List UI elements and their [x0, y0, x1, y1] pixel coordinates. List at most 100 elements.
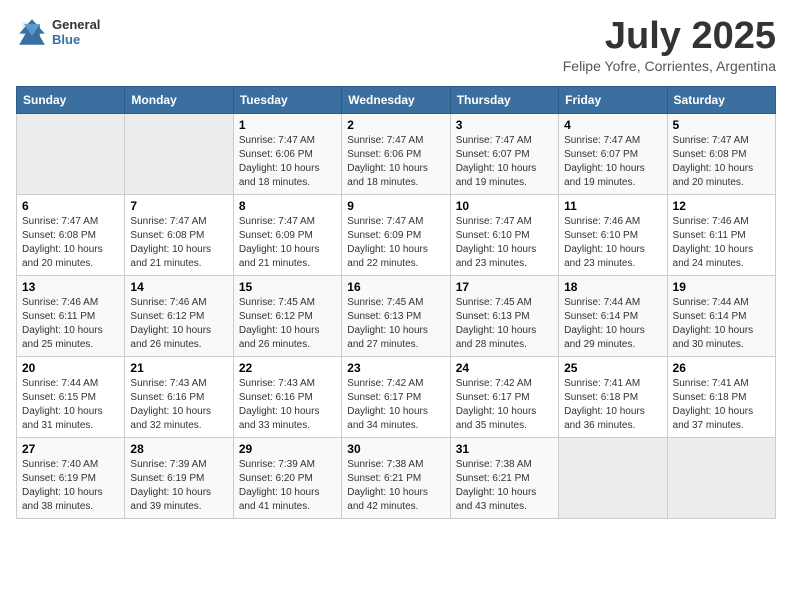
daylight: Daylight: 10 hours and 23 minutes.: [564, 244, 645, 269]
sunset: Sunset: 6:10 PM: [564, 230, 638, 241]
day-number: 4: [564, 118, 661, 132]
daylight: Daylight: 10 hours and 35 minutes.: [456, 406, 537, 431]
daylight: Daylight: 10 hours and 30 minutes.: [673, 325, 754, 350]
calendar-day-cell: 24 Sunrise: 7:42 AM Sunset: 6:17 PM Dayl…: [450, 356, 558, 437]
sunset: Sunset: 6:06 PM: [347, 149, 421, 160]
calendar-day-cell: 13 Sunrise: 7:46 AM Sunset: 6:11 PM Dayl…: [17, 275, 125, 356]
sunrise: Sunrise: 7:47 AM: [456, 216, 532, 227]
day-number: 13: [22, 280, 119, 294]
calendar-day-cell: [667, 437, 775, 518]
day-info: Sunrise: 7:47 AM Sunset: 6:09 PM Dayligh…: [347, 215, 444, 271]
day-info: Sunrise: 7:43 AM Sunset: 6:16 PM Dayligh…: [130, 377, 227, 433]
calendar-day-cell: 19 Sunrise: 7:44 AM Sunset: 6:14 PM Dayl…: [667, 275, 775, 356]
day-info: Sunrise: 7:46 AM Sunset: 6:12 PM Dayligh…: [130, 296, 227, 352]
daylight: Daylight: 10 hours and 18 minutes.: [347, 163, 428, 188]
sunrise: Sunrise: 7:38 AM: [456, 459, 532, 470]
daylight: Daylight: 10 hours and 33 minutes.: [239, 406, 320, 431]
sunset: Sunset: 6:08 PM: [130, 230, 204, 241]
daylight: Daylight: 10 hours and 21 minutes.: [239, 244, 320, 269]
sunset: Sunset: 6:12 PM: [130, 311, 204, 322]
sunset: Sunset: 6:19 PM: [130, 473, 204, 484]
day-number: 24: [456, 361, 553, 375]
sunrise: Sunrise: 7:39 AM: [239, 459, 315, 470]
sunset: Sunset: 6:13 PM: [456, 311, 530, 322]
sunset: Sunset: 6:08 PM: [22, 230, 96, 241]
sunrise: Sunrise: 7:47 AM: [22, 216, 98, 227]
sunrise: Sunrise: 7:43 AM: [239, 378, 315, 389]
sunset: Sunset: 6:07 PM: [564, 149, 638, 160]
calendar-day-cell: 10 Sunrise: 7:47 AM Sunset: 6:10 PM Dayl…: [450, 194, 558, 275]
calendar-day-cell: 28 Sunrise: 7:39 AM Sunset: 6:19 PM Dayl…: [125, 437, 233, 518]
day-info: Sunrise: 7:39 AM Sunset: 6:19 PM Dayligh…: [130, 458, 227, 514]
day-info: Sunrise: 7:47 AM Sunset: 6:08 PM Dayligh…: [130, 215, 227, 271]
calendar-day-cell: 22 Sunrise: 7:43 AM Sunset: 6:16 PM Dayl…: [233, 356, 341, 437]
calendar-day-cell: 14 Sunrise: 7:46 AM Sunset: 6:12 PM Dayl…: [125, 275, 233, 356]
calendar-day-cell: 26 Sunrise: 7:41 AM Sunset: 6:18 PM Dayl…: [667, 356, 775, 437]
calendar-day-cell: [559, 437, 667, 518]
sunrise: Sunrise: 7:47 AM: [347, 216, 423, 227]
day-number: 17: [456, 280, 553, 294]
sunset: Sunset: 6:14 PM: [564, 311, 638, 322]
calendar-day-cell: 15 Sunrise: 7:45 AM Sunset: 6:12 PM Dayl…: [233, 275, 341, 356]
day-info: Sunrise: 7:41 AM Sunset: 6:18 PM Dayligh…: [673, 377, 770, 433]
sunset: Sunset: 6:18 PM: [564, 392, 638, 403]
day-info: Sunrise: 7:44 AM Sunset: 6:14 PM Dayligh…: [564, 296, 661, 352]
day-number: 3: [456, 118, 553, 132]
calendar-day-cell: 5 Sunrise: 7:47 AM Sunset: 6:08 PM Dayli…: [667, 113, 775, 194]
day-info: Sunrise: 7:46 AM Sunset: 6:11 PM Dayligh…: [673, 215, 770, 271]
calendar-week-row: 13 Sunrise: 7:46 AM Sunset: 6:11 PM Dayl…: [17, 275, 776, 356]
daylight: Daylight: 10 hours and 41 minutes.: [239, 487, 320, 512]
calendar-day-cell: 31 Sunrise: 7:38 AM Sunset: 6:21 PM Dayl…: [450, 437, 558, 518]
daylight: Daylight: 10 hours and 23 minutes.: [456, 244, 537, 269]
day-number: 29: [239, 442, 336, 456]
calendar-day-cell: 1 Sunrise: 7:47 AM Sunset: 6:06 PM Dayli…: [233, 113, 341, 194]
day-number: 5: [673, 118, 770, 132]
day-number: 25: [564, 361, 661, 375]
day-number: 14: [130, 280, 227, 294]
day-of-week-header: Wednesday: [342, 86, 450, 113]
day-number: 19: [673, 280, 770, 294]
day-info: Sunrise: 7:44 AM Sunset: 6:15 PM Dayligh…: [22, 377, 119, 433]
calendar-day-cell: 4 Sunrise: 7:47 AM Sunset: 6:07 PM Dayli…: [559, 113, 667, 194]
day-info: Sunrise: 7:47 AM Sunset: 6:09 PM Dayligh…: [239, 215, 336, 271]
sunrise: Sunrise: 7:39 AM: [130, 459, 206, 470]
daylight: Daylight: 10 hours and 39 minutes.: [130, 487, 211, 512]
day-number: 27: [22, 442, 119, 456]
sunrise: Sunrise: 7:42 AM: [456, 378, 532, 389]
day-number: 18: [564, 280, 661, 294]
logo-icon: [16, 16, 48, 48]
subtitle: Felipe Yofre, Corrientes, Argentina: [563, 58, 776, 74]
daylight: Daylight: 10 hours and 37 minutes.: [673, 406, 754, 431]
sunrise: Sunrise: 7:44 AM: [564, 297, 640, 308]
calendar-day-cell: 16 Sunrise: 7:45 AM Sunset: 6:13 PM Dayl…: [342, 275, 450, 356]
calendar-week-row: 6 Sunrise: 7:47 AM Sunset: 6:08 PM Dayli…: [17, 194, 776, 275]
daylight: Daylight: 10 hours and 34 minutes.: [347, 406, 428, 431]
sunrise: Sunrise: 7:47 AM: [564, 135, 640, 146]
day-info: Sunrise: 7:42 AM Sunset: 6:17 PM Dayligh…: [347, 377, 444, 433]
day-info: Sunrise: 7:40 AM Sunset: 6:19 PM Dayligh…: [22, 458, 119, 514]
sunrise: Sunrise: 7:46 AM: [22, 297, 98, 308]
sunrise: Sunrise: 7:42 AM: [347, 378, 423, 389]
sunrise: Sunrise: 7:44 AM: [673, 297, 749, 308]
calendar-day-cell: 11 Sunrise: 7:46 AM Sunset: 6:10 PM Dayl…: [559, 194, 667, 275]
sunrise: Sunrise: 7:46 AM: [673, 216, 749, 227]
calendar-day-cell: 9 Sunrise: 7:47 AM Sunset: 6:09 PM Dayli…: [342, 194, 450, 275]
sunset: Sunset: 6:15 PM: [22, 392, 96, 403]
main-title: July 2025: [563, 16, 776, 58]
sunset: Sunset: 6:19 PM: [22, 473, 96, 484]
sunset: Sunset: 6:09 PM: [239, 230, 313, 241]
calendar-day-cell: 7 Sunrise: 7:47 AM Sunset: 6:08 PM Dayli…: [125, 194, 233, 275]
page-container: General Blue July 2025 Felipe Yofre, Cor…: [16, 16, 776, 519]
sunset: Sunset: 6:16 PM: [239, 392, 313, 403]
sunset: Sunset: 6:09 PM: [347, 230, 421, 241]
calendar-day-cell: 3 Sunrise: 7:47 AM Sunset: 6:07 PM Dayli…: [450, 113, 558, 194]
calendar-day-cell: 8 Sunrise: 7:47 AM Sunset: 6:09 PM Dayli…: [233, 194, 341, 275]
sunrise: Sunrise: 7:45 AM: [347, 297, 423, 308]
sunrise: Sunrise: 7:46 AM: [564, 216, 640, 227]
daylight: Daylight: 10 hours and 26 minutes.: [130, 325, 211, 350]
calendar-day-cell: 17 Sunrise: 7:45 AM Sunset: 6:13 PM Dayl…: [450, 275, 558, 356]
day-of-week-header: Monday: [125, 86, 233, 113]
daylight: Daylight: 10 hours and 42 minutes.: [347, 487, 428, 512]
sunrise: Sunrise: 7:41 AM: [564, 378, 640, 389]
day-number: 26: [673, 361, 770, 375]
